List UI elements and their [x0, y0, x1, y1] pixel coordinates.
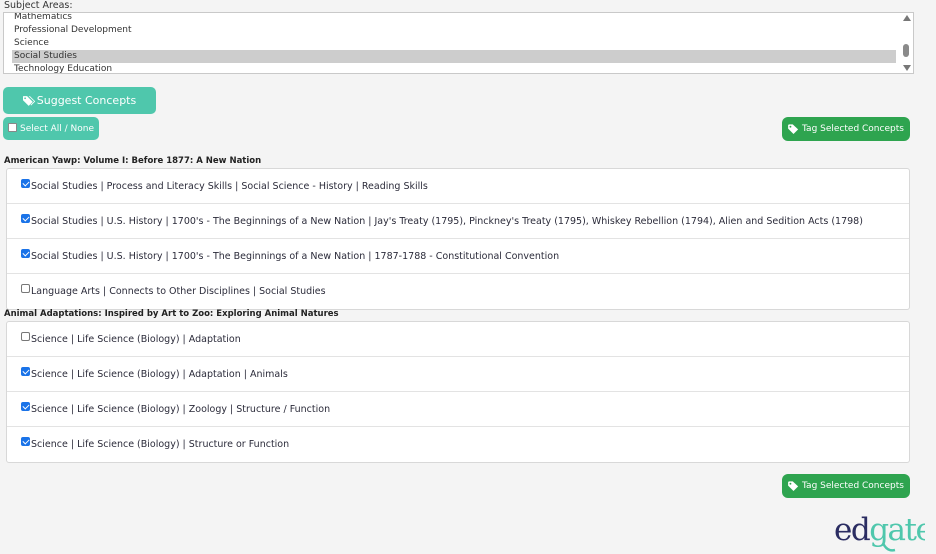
subject-areas-listbox[interactable]: Mathematics Professional Development Sci… — [3, 12, 914, 74]
tags-icon — [22, 95, 35, 106]
subject-option-social-studies[interactable]: Social Studies — [12, 50, 896, 63]
concepts-panel-american-yawp: Social Studies | Process and Literacy Sk… — [6, 168, 910, 310]
concept-checkbox[interactable] — [21, 248, 30, 258]
edgate-logo: edgate — [834, 512, 925, 552]
concept-row[interactable]: Language Arts | Connects to Other Discip… — [7, 274, 909, 309]
select-all-none-label: Select All / None — [19, 123, 95, 134]
select-all-none-button[interactable]: Select All / None — [3, 117, 99, 140]
concept-checkbox[interactable] — [21, 437, 30, 446]
concept-label: Social Studies | Process and Literacy Sk… — [31, 180, 428, 192]
tag-selected-concepts-button-bottom[interactable]: Tag Selected Concepts — [782, 474, 910, 498]
scroll-up-arrow-icon[interactable] — [903, 15, 911, 21]
tag-icon — [788, 481, 799, 491]
scrollbar-thumb[interactable] — [903, 44, 909, 57]
scroll-down-arrow-icon[interactable] — [903, 65, 911, 71]
concept-checkbox[interactable] — [21, 366, 30, 376]
tag-selected-concepts-button-top[interactable]: Tag Selected Concepts — [782, 117, 910, 141]
concept-checkbox[interactable] — [21, 213, 30, 223]
select-all-checkbox[interactable] — [7, 123, 17, 132]
concept-checkbox[interactable] — [21, 331, 30, 341]
concept-label: Social Studies | U.S. History | 1700's -… — [31, 215, 863, 227]
concept-checkbox[interactable] — [21, 284, 30, 293]
tag-selected-concepts-label: Tag Selected Concepts — [802, 481, 904, 491]
concept-row[interactable]: Science | Life Science (Biology) | Zoolo… — [7, 392, 909, 427]
concepts-panel-animal-adaptations: Science | Life Science (Biology) | Adapt… — [6, 321, 910, 463]
section-title-animal-adaptations: Animal Adaptations: Inspired by Art to Z… — [4, 309, 339, 319]
concept-label: Language Arts | Connects to Other Discip… — [31, 286, 326, 297]
concept-row[interactable]: Social Studies | Process and Literacy Sk… — [7, 169, 909, 204]
concept-checkbox[interactable] — [21, 401, 30, 411]
concept-label: Science | Life Science (Biology) | Adapt… — [31, 368, 288, 380]
concept-row[interactable]: Social Studies | U.S. History | 1700's -… — [7, 204, 909, 239]
subject-option-technology-education[interactable]: Technology Education — [12, 63, 896, 73]
suggest-concepts-button[interactable]: Suggest Concepts — [3, 87, 156, 114]
concept-row[interactable]: Science | Life Science (Biology) | Struc… — [7, 427, 909, 462]
concept-label: Social Studies | U.S. History | 1700's -… — [31, 250, 560, 262]
concept-row[interactable]: Social Studies | U.S. History | 1700's -… — [7, 239, 909, 274]
subject-areas-label: Subject Areas: — [4, 0, 73, 11]
concept-checkbox[interactable] — [21, 178, 30, 188]
listbox-scrollbar[interactable] — [900, 13, 913, 73]
subject-option-mathematics[interactable]: Mathematics — [12, 13, 896, 24]
concept-row[interactable]: Science | Life Science (Biology) | Adapt… — [7, 357, 909, 392]
concept-label: Science | Life Science (Biology) | Struc… — [31, 439, 290, 450]
tag-selected-concepts-label: Tag Selected Concepts — [802, 124, 904, 134]
concept-row[interactable]: Science | Life Science (Biology) | Adapt… — [7, 322, 909, 357]
subject-option-science[interactable]: Science — [12, 37, 896, 50]
logo-text: edgate — [834, 512, 925, 548]
suggest-concepts-label: Suggest Concepts — [36, 94, 137, 107]
concept-label: Science | Life Science (Biology) | Adapt… — [31, 333, 241, 345]
concept-label: Science | Life Science (Biology) | Zoolo… — [31, 403, 331, 415]
tag-icon — [788, 124, 799, 134]
subject-option-professional-development[interactable]: Professional Development — [12, 24, 896, 37]
section-title-american-yawp: American Yawp: Volume I: Before 1877: A … — [4, 156, 262, 166]
